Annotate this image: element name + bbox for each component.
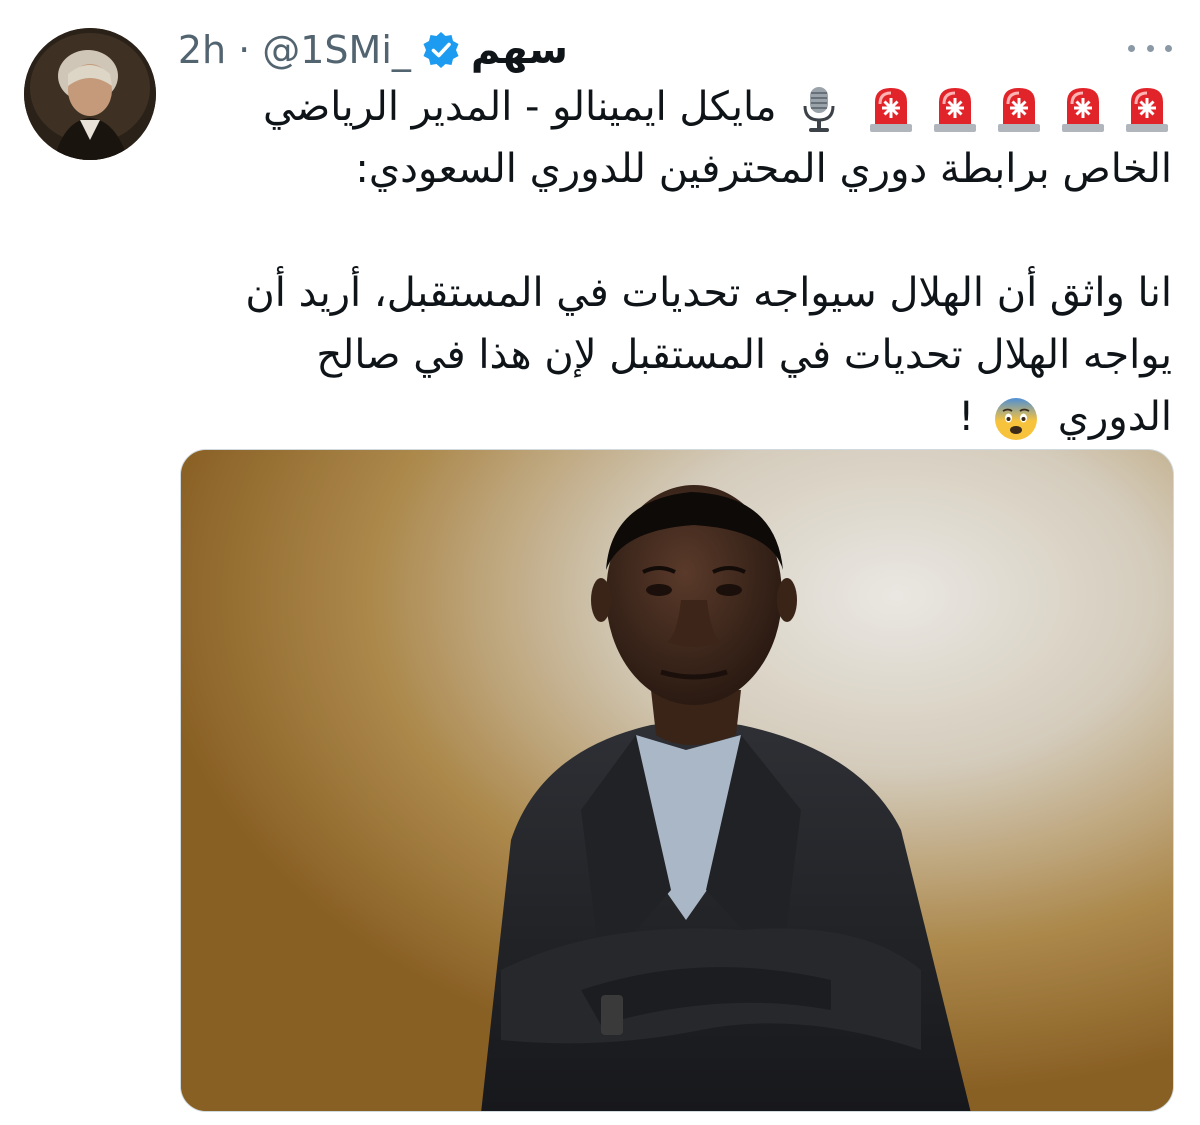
tweet-line-1-text: مايكل ايمينالو - المدير الرياضي bbox=[262, 84, 777, 130]
tweet-line-4: يواجه الهلال تحديات في المستقبل لإن هذا … bbox=[316, 332, 1172, 378]
display-name[interactable]: سهم bbox=[471, 27, 568, 73]
tweet-image[interactable] bbox=[180, 449, 1174, 1112]
studio-microphone-icon bbox=[803, 87, 835, 132]
tweet-header: سهم @1SMi_ · 2h bbox=[178, 20, 568, 80]
tweet-line-1: مايكل ايمينالو - المدير الرياضي bbox=[212, 76, 1172, 138]
police-car-light-icon bbox=[870, 88, 912, 132]
police-car-light-icon bbox=[998, 88, 1040, 132]
separator-dot: · bbox=[238, 28, 251, 72]
tweet-line-3: انا واثق أن الهلال سيواجه تحديات في المس… bbox=[245, 270, 1172, 316]
tweet-text: مايكل ايمينالو - المدير الرياضي الخاص بر… bbox=[212, 76, 1172, 448]
tweet-line-5: الدوري ! bbox=[212, 386, 1172, 448]
tweet[interactable]: سهم @1SMi_ · 2h مايكل ايمينالو - المدير … bbox=[0, 0, 1200, 1125]
more-options-button[interactable] bbox=[1128, 30, 1172, 66]
timestamp[interactable]: 2h bbox=[178, 28, 226, 72]
tweet-line-2: الخاص برابطة دوري المحترفين للدوري السعو… bbox=[355, 146, 1172, 192]
tweet-line-5-exclamation: ! bbox=[958, 394, 975, 440]
police-car-light-icon bbox=[934, 88, 976, 132]
police-car-light-icon bbox=[1126, 88, 1168, 132]
verified-badge-icon bbox=[421, 30, 461, 70]
more-options-icon bbox=[1128, 44, 1135, 52]
police-car-light-icon bbox=[1062, 88, 1104, 132]
fearful-face-icon bbox=[995, 398, 1038, 440]
user-handle[interactable]: @1SMi_ bbox=[262, 28, 411, 72]
siren-emoji-row bbox=[866, 84, 1172, 134]
tweet-line-5-word: الدوري bbox=[1057, 394, 1172, 440]
avatar[interactable] bbox=[24, 28, 156, 160]
